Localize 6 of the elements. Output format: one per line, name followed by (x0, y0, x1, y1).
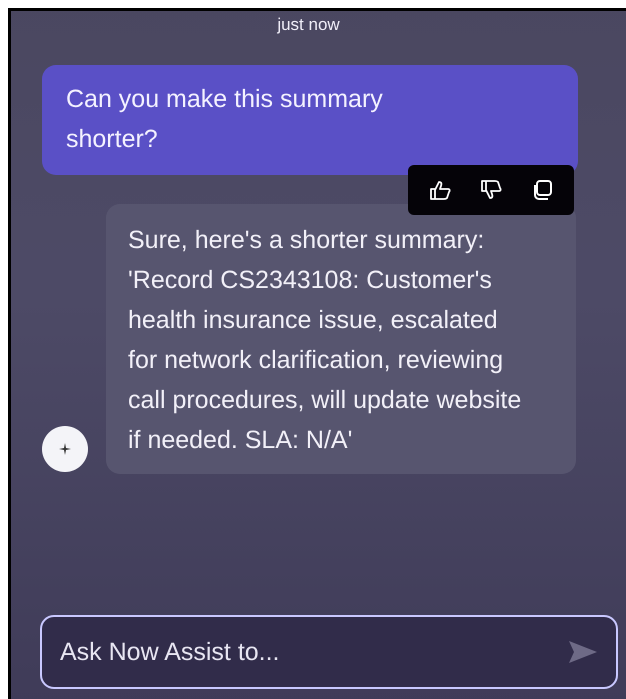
assistant-avatar-icon (42, 426, 88, 472)
timestamp: just now (277, 14, 340, 35)
chat-input-field[interactable]: Ask Now Assist to... (40, 615, 618, 689)
send-icon[interactable] (568, 640, 598, 664)
assistant-message: Sure, here's a shorter summary: 'Record CS2343108: Customer's health insurance issue, escalated for network clarification, reviewing call procedures, will update website if needed. SLA: N/A' (106, 204, 576, 474)
user-message: Can you make this summary shorter? (42, 65, 578, 175)
